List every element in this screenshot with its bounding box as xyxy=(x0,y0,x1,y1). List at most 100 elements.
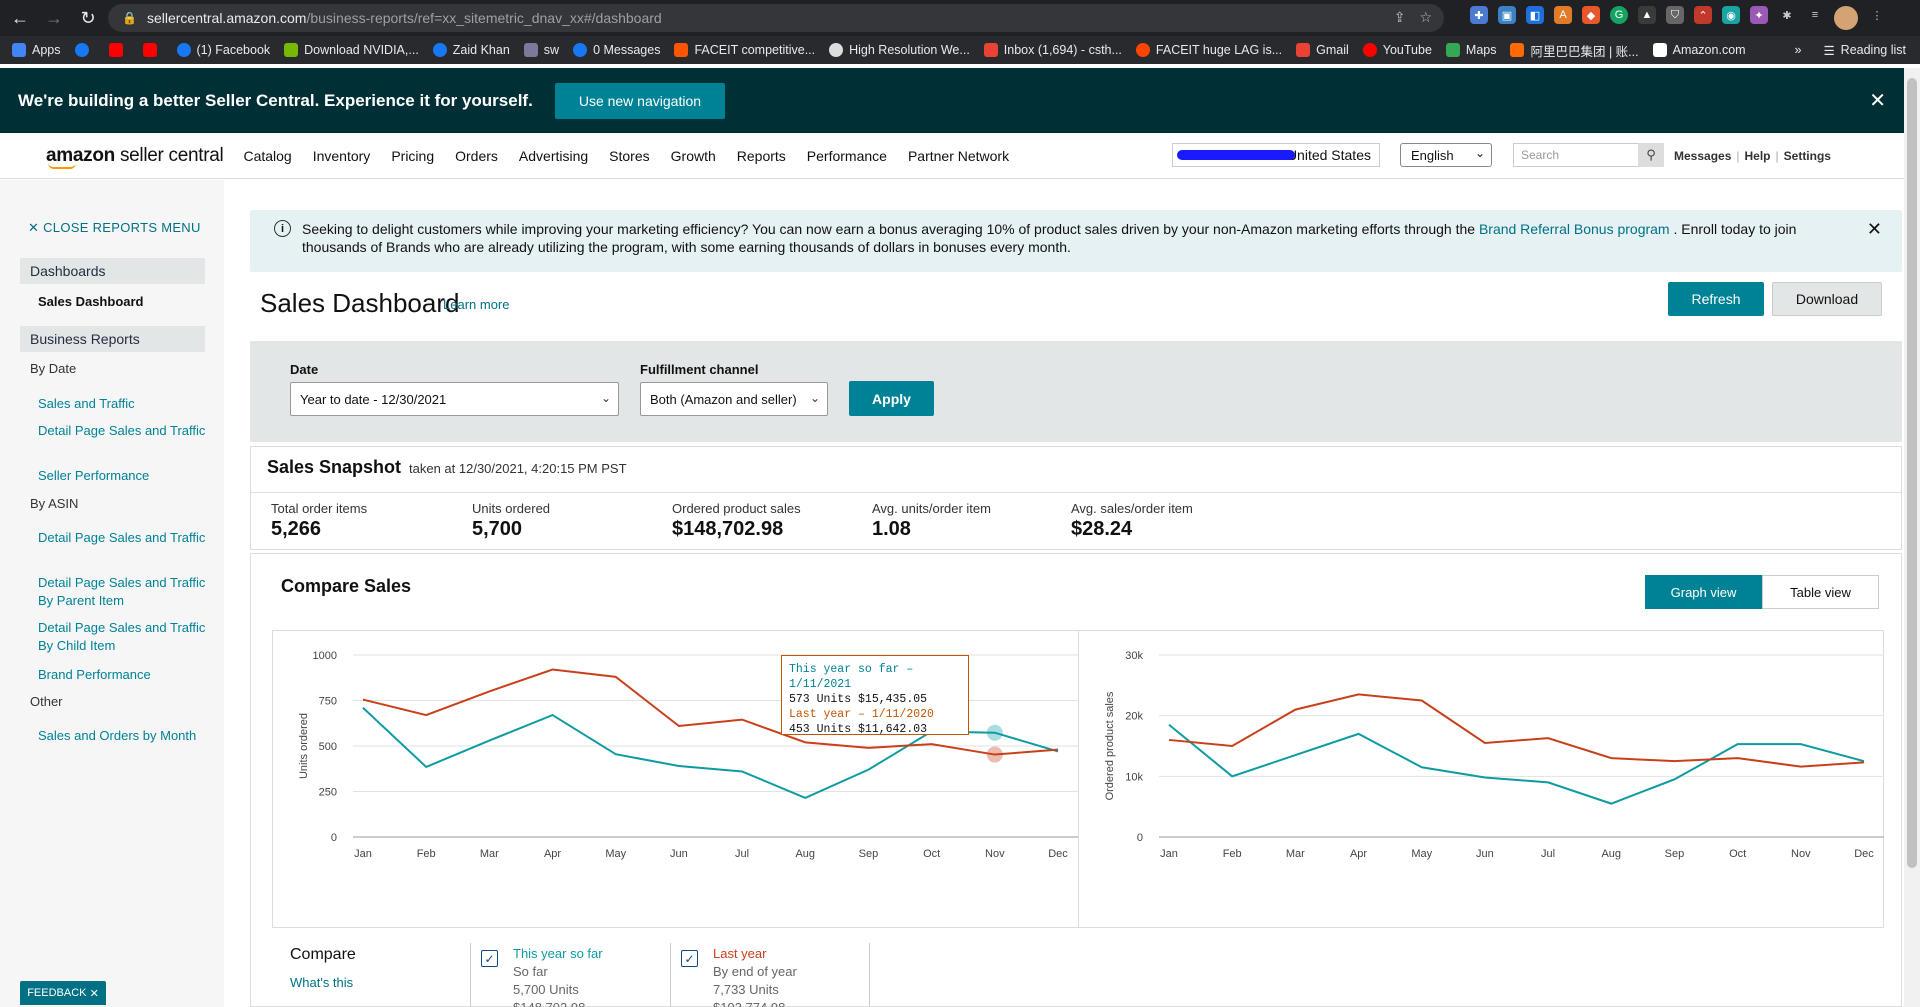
messages-link[interactable]: Messages xyxy=(1674,149,1731,163)
share-icon[interactable]: ⇪ xyxy=(1394,9,1406,26)
extension-icon[interactable]: ✚ xyxy=(1470,6,1488,24)
menu-growth[interactable]: Growth xyxy=(671,148,716,164)
settings-link[interactable]: Settings xyxy=(1784,149,1831,163)
url-host: sellercentral.amazon.com xyxy=(146,10,307,26)
legend-this-year[interactable]: ✓ This year so far So far 5,700 Units $1… xyxy=(470,943,670,1007)
brand-referral-link[interactable]: Brand Referral Bonus program xyxy=(1479,221,1670,237)
bookmark-faceit[interactable]: FACEIT competitive... xyxy=(674,43,815,57)
extensions-bar: ✚ ▣ ◧ A ◆ G ▲ ⛉ ⌃ ◉ ✦ ✱ ≡ ⋮ xyxy=(1470,6,1886,30)
table-view-button[interactable]: Table view xyxy=(1762,575,1879,609)
sidebar-item-by-parent-item[interactable]: Detail Page Sales and Traffic By Parent … xyxy=(38,574,208,610)
marketplace-selector[interactable]: United States xyxy=(1172,143,1380,167)
extension-icon[interactable]: ◉ xyxy=(1722,6,1740,24)
refresh-button[interactable]: Refresh xyxy=(1668,282,1764,316)
shield-icon[interactable]: ⛉ xyxy=(1666,6,1684,24)
date-select[interactable]: Year to date - 12/30/2021 ⌄ xyxy=(290,382,619,416)
sidebar-item-brand-performance[interactable]: Brand Performance xyxy=(38,666,208,684)
bookmark-youtube-icon-only-2[interactable] xyxy=(142,43,163,57)
fulfillment-channel-select[interactable]: Both (Amazon and seller) ⌄ xyxy=(640,382,828,416)
grammarly-icon[interactable]: G xyxy=(1610,6,1628,24)
menu-performance[interactable]: Performance xyxy=(807,148,887,164)
menu-catalog[interactable]: Catalog xyxy=(243,148,291,164)
extension-icon[interactable]: ▲ xyxy=(1638,6,1656,24)
menu-pricing[interactable]: Pricing xyxy=(391,148,434,164)
charts-container: 0 250 500 750 1000 Jan Feb Mar Apr May Jun Jul Aug Se… xyxy=(272,630,1884,928)
language-select[interactable]: English ⌄ xyxy=(1400,143,1492,167)
menu-orders[interactable]: Orders xyxy=(455,148,498,164)
checkbox-last-year[interactable]: ✓ xyxy=(681,950,698,967)
address-bar[interactable]: 🔒 sellercentral.amazon.com/business-repo… xyxy=(108,4,1444,32)
bookmark-faceit-lag[interactable]: FACEIT huge LAG is... xyxy=(1135,43,1282,57)
bookmark-messages[interactable]: 0 Messages xyxy=(573,43,660,57)
puzzle-icon[interactable]: ✱ xyxy=(1778,6,1796,24)
extension-icon[interactable]: ◧ xyxy=(1526,6,1544,24)
profile-avatar[interactable] xyxy=(1834,6,1858,30)
menu-stores[interactable]: Stores xyxy=(609,148,649,164)
playlist-icon[interactable]: ≡ xyxy=(1806,6,1824,24)
bookmark-zaid-khan[interactable]: Zaid Khan xyxy=(432,43,510,57)
graph-view-button[interactable]: Graph view xyxy=(1645,575,1762,609)
bookmark-gmail[interactable]: Gmail xyxy=(1296,43,1349,57)
gmail-icon xyxy=(1296,43,1311,57)
bookmark-facebook[interactable]: (1) Facebook xyxy=(176,43,270,57)
extension-icon[interactable]: A xyxy=(1554,6,1572,24)
checkbox-this-year[interactable]: ✓ xyxy=(481,950,498,967)
close-reports-menu[interactable]: ✕ CLOSE REPORTS MENU xyxy=(28,220,201,236)
reload-icon[interactable]: ↻ xyxy=(74,4,102,32)
facebook-icon xyxy=(74,43,89,57)
learn-more-link[interactable]: Learn more xyxy=(443,297,509,312)
apply-button[interactable]: Apply xyxy=(849,381,934,416)
extension-icon[interactable]: ✦ xyxy=(1750,6,1768,24)
search-icon[interactable]: ⚲ xyxy=(1638,143,1664,167)
bookmark-apps[interactable]: Apps xyxy=(12,43,61,57)
bookmark-alibaba[interactable]: 阿里巴巴集团 | 账... xyxy=(1510,41,1639,60)
extension-icon[interactable]: ⌃ xyxy=(1694,6,1712,24)
bookmark-hires[interactable]: High Resolution We... xyxy=(829,43,970,57)
y-tick-label: 30k xyxy=(1125,650,1143,662)
y-axis-label: Units ordered xyxy=(298,713,310,779)
menu-partner-network[interactable]: Partner Network xyxy=(908,148,1009,164)
sidebar-item-seller-performance[interactable]: Seller Performance xyxy=(38,467,208,485)
bookmark-sw[interactable]: sw xyxy=(523,43,559,57)
scrollbar-thumb[interactable] xyxy=(1907,78,1917,868)
use-new-navigation-button[interactable]: Use new navigation xyxy=(554,82,726,119)
y-tick-label: 1000 xyxy=(313,650,337,662)
ordered-product-sales-chart[interactable]: 0 10k 20k 30k Jan Feb Mar Apr May Jun Jul Aug Sep Oct… xyxy=(1079,631,1884,927)
bookmark-amazon[interactable]: Amazon.com xyxy=(1652,43,1746,57)
apps-grid-icon xyxy=(12,43,26,57)
page-scrollbar[interactable] xyxy=(1904,68,1920,1007)
close-icon[interactable]: ✕ xyxy=(90,987,99,1000)
sidebar-item-sales-orders-by-month[interactable]: Sales and Orders by Month xyxy=(38,727,208,745)
menu-inventory[interactable]: Inventory xyxy=(313,148,371,164)
sidebar-item-detail-page-sales-traffic[interactable]: Detail Page Sales and Traffic xyxy=(38,422,208,440)
bookmark-nvidia[interactable]: Download NVIDIA,... xyxy=(284,43,419,57)
sidebar-item-by-child-item[interactable]: Detail Page Sales and Traffic By Child I… xyxy=(38,619,208,655)
bookmark-inbox[interactable]: Inbox (1,694) - csth... xyxy=(983,43,1122,57)
reading-list[interactable]: » ☰ Reading list xyxy=(1795,36,1907,64)
close-icon[interactable]: ✕ xyxy=(1869,88,1886,113)
back-icon[interactable]: ← xyxy=(6,4,34,32)
bookmark-youtube[interactable]: YouTube xyxy=(1362,43,1432,57)
search-input[interactable]: Search xyxy=(1513,143,1639,167)
forward-icon[interactable]: → xyxy=(40,4,68,32)
whats-this-link[interactable]: What's this xyxy=(290,975,353,990)
legend-last-year[interactable]: ✓ Last year By end of year 7,733 Units $… xyxy=(670,943,870,1007)
bookmark-star-icon[interactable]: ☆ xyxy=(1419,9,1432,26)
help-link[interactable]: Help xyxy=(1745,149,1771,163)
sidebar-item-sales-dashboard[interactable]: Sales Dashboard xyxy=(38,293,208,311)
close-icon[interactable]: ✕ xyxy=(1867,219,1882,240)
kebab-menu-icon[interactable]: ⋮ xyxy=(1868,6,1886,24)
x-tick-label: Apr xyxy=(1350,848,1367,860)
download-button[interactable]: Download xyxy=(1772,282,1882,316)
chevron-down-icon: ⌄ xyxy=(1474,146,1485,160)
feedback-button[interactable]: FEEDBACK ✕ xyxy=(20,981,106,1005)
menu-reports[interactable]: Reports xyxy=(737,148,786,164)
extension-icon[interactable]: ◆ xyxy=(1582,6,1600,24)
sidebar-item-sales-and-traffic[interactable]: Sales and Traffic xyxy=(38,395,208,413)
bookmark-youtube-icon-only[interactable] xyxy=(108,43,129,57)
menu-advertising[interactable]: Advertising xyxy=(519,148,588,164)
bookmark-maps[interactable]: Maps xyxy=(1445,43,1496,57)
bookmark-facebook-icon-only[interactable] xyxy=(74,43,95,57)
extension-icon[interactable]: ▣ xyxy=(1498,6,1516,24)
sidebar-item-asin-detail-page[interactable]: Detail Page Sales and Traffic xyxy=(38,529,208,547)
